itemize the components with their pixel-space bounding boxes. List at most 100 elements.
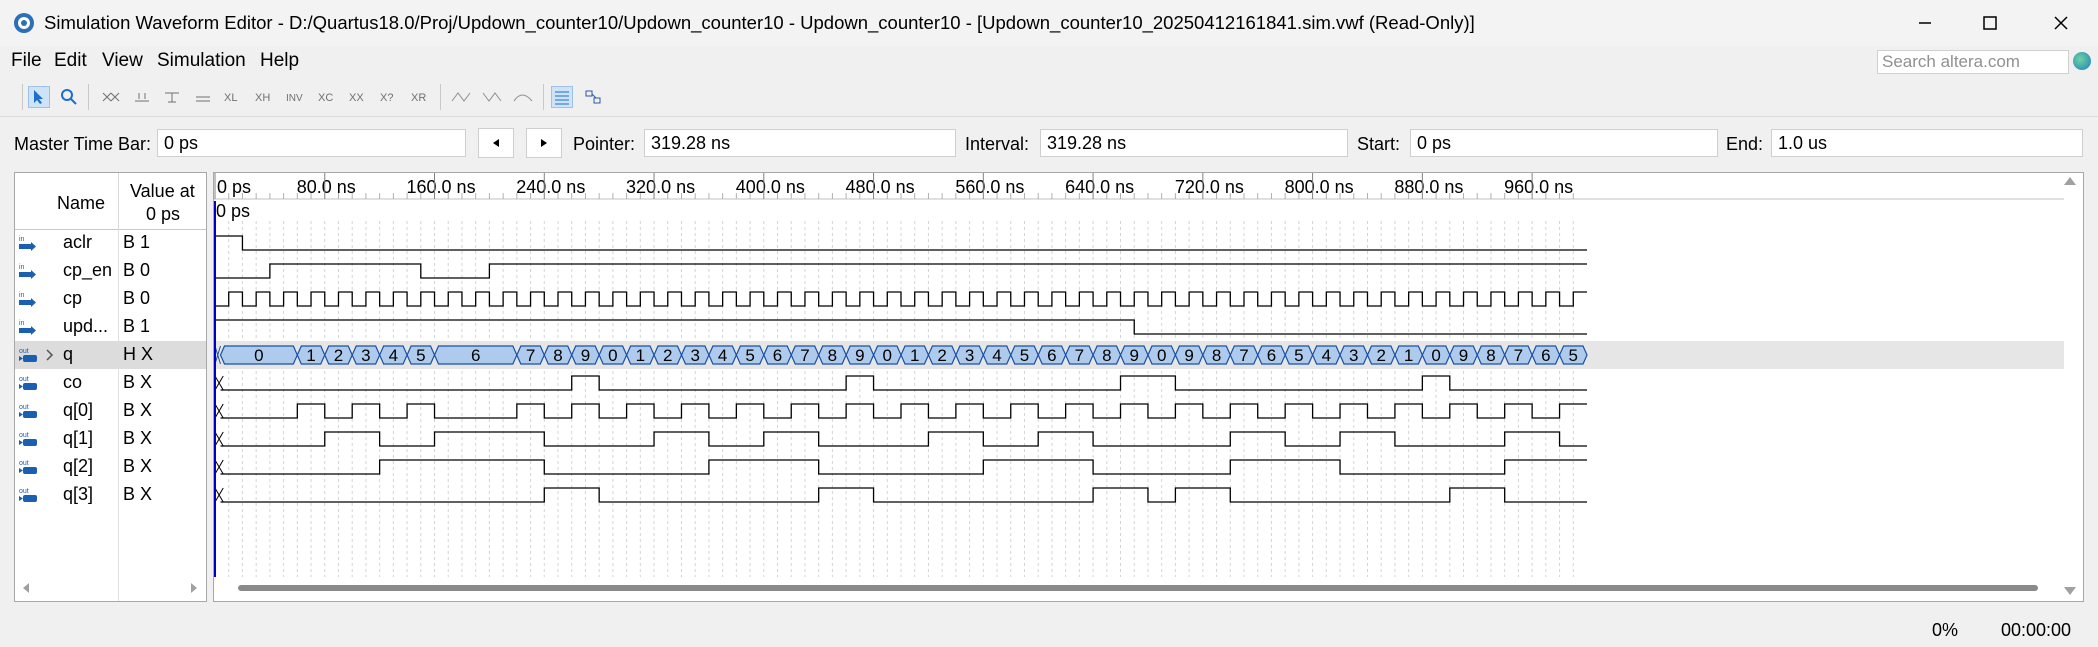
signal-row[interactable]: in cp_en B 0	[15, 257, 206, 285]
expand-chevron-icon[interactable]	[45, 348, 55, 362]
signal-row[interactable]: out q H X	[15, 341, 206, 369]
q-bus-value: 8	[1102, 346, 1111, 365]
wave-cp	[215, 291, 1587, 307]
signal-row[interactable]: out co B X	[15, 369, 206, 397]
time-label: 320.0 ns	[626, 177, 695, 197]
svg-text:out: out	[19, 376, 29, 383]
signal-row[interactable]: out q[3] B X	[15, 481, 206, 509]
signal-value: B X	[123, 428, 153, 448]
menu-edit[interactable]: Edit	[54, 50, 87, 72]
count-value-icon[interactable]: XX	[348, 86, 370, 108]
q-bus-value: 9	[855, 346, 864, 365]
svg-text:XC: XC	[318, 92, 333, 104]
q-bus-value: 8	[1486, 346, 1495, 365]
output-pin-icon: out	[19, 432, 37, 446]
waveform-panel[interactable]: 0 ps 80.0 ns 160.0 ns 240.0 ns 320.0 ns 400.0…	[213, 172, 2084, 602]
time-label: 720.0 ns	[1175, 177, 1244, 197]
q-bus-value: 8	[1212, 346, 1221, 365]
q-bus-value: 6	[1541, 346, 1550, 365]
q-bus-value: 7	[526, 346, 535, 365]
signal-name: upd...	[63, 316, 109, 336]
svg-text:in: in	[19, 292, 25, 299]
toolbar-separator	[22, 84, 23, 110]
signal-row[interactable]: in upd... B 1	[15, 313, 206, 341]
zoom-tool-icon[interactable]	[58, 86, 80, 108]
forcing-low-icon[interactable]	[131, 86, 153, 108]
time-label: 0 ps	[217, 177, 251, 197]
next-transition-button[interactable]	[526, 128, 562, 158]
clock-icon[interactable]: X?	[379, 86, 401, 108]
output-pin-icon: out	[19, 404, 37, 418]
signal-name: cp_en	[63, 260, 113, 280]
time-label: 800.0 ns	[1285, 177, 1354, 197]
globe-icon[interactable]	[2073, 52, 2091, 70]
svg-text:in: in	[19, 236, 25, 243]
signal-name: q[0]	[63, 400, 94, 420]
search-input[interactable]: Search altera.com	[1877, 50, 2069, 74]
q-bus-value: 9	[581, 346, 590, 365]
q-bus-value: 5	[1294, 346, 1303, 365]
q-bus-value: 7	[1239, 346, 1248, 365]
svg-text:X?: X?	[380, 92, 393, 104]
weak-low-icon[interactable]: XL	[223, 86, 245, 108]
svg-text:XL: XL	[224, 92, 237, 104]
scroll-down-icon	[2064, 587, 2076, 595]
dont-care-icon[interactable]: INV	[286, 86, 308, 108]
menu-help[interactable]: Help	[260, 50, 299, 72]
signal-row[interactable]: in cp B 0	[15, 285, 206, 313]
run-timing-icon[interactable]	[481, 86, 503, 108]
invert-icon[interactable]: XC	[317, 86, 339, 108]
waveform-canvas[interactable]: 0 ps 80.0 ns 160.0 ns 240.0 ns 320.0 ns 400.0…	[214, 173, 2083, 601]
signal-name: q	[63, 344, 74, 364]
signal-row[interactable]: out q[0] B X	[15, 397, 206, 425]
scroll-right-icon[interactable]	[189, 582, 199, 594]
svg-text:out: out	[19, 348, 29, 355]
run-functional-icon[interactable]	[450, 86, 472, 108]
output-pin-icon: out	[19, 348, 37, 362]
time-label: 480.0 ns	[846, 177, 915, 197]
end-field: 1.0 us	[1771, 129, 2083, 157]
high-impedance-icon[interactable]	[192, 86, 214, 108]
q-bus-value: 1	[306, 346, 315, 365]
output-pin-icon: out	[19, 460, 37, 474]
svg-text:out: out	[19, 404, 29, 411]
app-icon	[14, 13, 34, 33]
forcing-unknown-icon[interactable]	[100, 86, 122, 108]
wave-q3	[220, 487, 1587, 503]
svg-text:in: in	[19, 320, 25, 327]
minimize-icon[interactable]	[1894, 0, 1956, 46]
scroll-left-icon[interactable]	[21, 582, 31, 594]
menu-view[interactable]: View	[102, 50, 143, 72]
q-bus-value: 9	[1459, 346, 1468, 365]
svg-text:INV: INV	[286, 93, 303, 104]
name-column-header[interactable]: Name	[57, 193, 105, 214]
pointer-tool-icon[interactable]	[28, 86, 50, 108]
menu-file[interactable]: File	[11, 50, 42, 72]
forcing-high-icon[interactable]	[161, 86, 183, 108]
weak-high-icon[interactable]: XH	[254, 86, 276, 108]
signal-row[interactable]: out q[1] B X	[15, 425, 206, 453]
snap-to-grid-icon[interactable]	[551, 86, 573, 108]
maximize-icon[interactable]	[1959, 0, 2021, 46]
output-pin-icon: out	[19, 376, 37, 390]
grid-settings-icon[interactable]	[582, 86, 604, 108]
svg-text:XX: XX	[349, 92, 364, 104]
time-label: 960.0 ns	[1504, 177, 1573, 197]
menu-simulation[interactable]: Simulation	[157, 50, 246, 72]
arbitrary-value-icon[interactable]: XR	[410, 86, 432, 108]
left-panel-hscrollbar[interactable]	[15, 578, 206, 600]
time-ruler: 0 ps 80.0 ns 160.0 ns 240.0 ns 320.0 ns 400.0…	[214, 173, 2083, 221]
signal-row[interactable]: in aclr B 1	[15, 229, 206, 257]
generate-netlist-icon[interactable]	[512, 86, 534, 108]
signal-row[interactable]: out q[2] B X	[15, 453, 206, 481]
close-icon[interactable]	[2030, 0, 2092, 46]
start-field: 0 ps	[1410, 129, 1718, 157]
value-column-header[interactable]: Value at	[130, 181, 195, 202]
q-bus-value: 3	[361, 346, 370, 365]
q-bus-value: 7	[1514, 346, 1523, 365]
previous-transition-button[interactable]	[478, 128, 514, 158]
menu-bar: File Edit View Simulation Help	[0, 46, 2098, 78]
signal-value: B 1	[123, 232, 151, 252]
master-time-bar-field[interactable]: 0 ps	[157, 129, 466, 157]
q-bus-value: 2	[1376, 346, 1385, 365]
